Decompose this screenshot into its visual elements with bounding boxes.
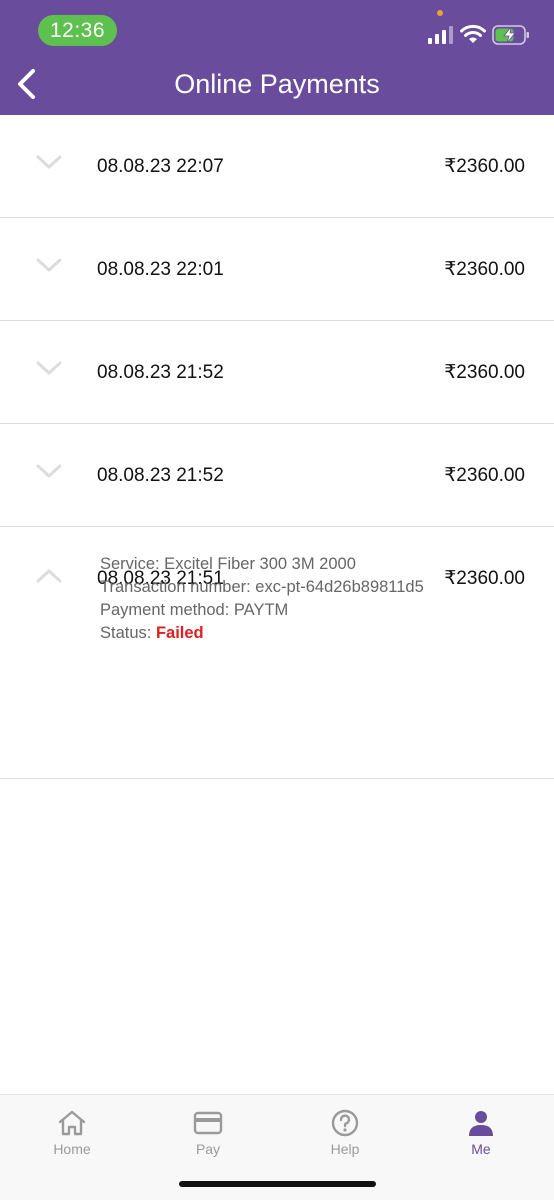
wifi-icon (460, 24, 486, 43)
tab-pay[interactable]: Pay (168, 1109, 248, 1158)
chevron-left-icon (18, 69, 35, 99)
online-payments-screen: 12:36 Online Payments 08.08.23 22:07 ₹23… (0, 0, 554, 1200)
chevron-up-icon (36, 569, 62, 583)
detail-payment-method: Payment method: PAYTM (100, 601, 289, 619)
payment-date: 08.08.23 22:07 (97, 156, 224, 177)
status-badge: Failed (155, 624, 204, 642)
card-icon (193, 1111, 223, 1135)
home-indicator (179, 1181, 376, 1187)
person-icon (469, 1111, 493, 1136)
cellular-signal-icon (428, 26, 453, 44)
payment-row[interactable]: 08.08.23 21:52 ₹2360.00 (0, 321, 554, 424)
chevron-down-icon (36, 464, 62, 478)
payment-amount: ₹2360.00 (444, 156, 525, 177)
payment-amount: ₹2360.00 (444, 568, 525, 589)
privacy-indicator-dot (437, 10, 443, 16)
back-button[interactable] (8, 64, 44, 104)
status-time: 12:36 (38, 15, 117, 46)
payment-amount: ₹2360.00 (444, 259, 525, 280)
battery-charging-icon (492, 25, 529, 45)
chevron-down-icon (36, 361, 62, 375)
payment-date: 08.08.23 21:52 (97, 362, 224, 383)
payment-amount: ₹2360.00 (444, 465, 525, 486)
tab-home-label: Home (53, 1141, 91, 1157)
chevron-down-icon (36, 155, 62, 169)
tab-me-label: Me (471, 1141, 491, 1157)
chevron-down-icon (36, 258, 62, 272)
payment-date: 08.08.23 22:01 (97, 259, 224, 280)
tab-home[interactable]: Home (32, 1109, 112, 1158)
payments-list: 08.08.23 22:07 ₹2360.00 08.08.23 22:01 ₹… (0, 115, 554, 779)
detail-service: Service: Excitel Fiber 300 3M 2000 (100, 555, 356, 573)
page-title: Online Payments (174, 69, 380, 99)
header-bar: 12:36 Online Payments (0, 0, 554, 115)
home-icon (58, 1110, 86, 1136)
payment-row[interactable]: 08.08.23 21:52 ₹2360.00 (0, 424, 554, 527)
payment-row[interactable]: 08.08.23 22:01 ₹2360.00 (0, 218, 554, 321)
detail-status: Status: Failed (100, 622, 424, 645)
payment-details: Service: Excitel Fiber 300 3M 2000 Trans… (100, 553, 424, 645)
status-label: Status: (100, 624, 156, 642)
tab-pay-label: Pay (195, 1141, 221, 1157)
help-icon (331, 1109, 359, 1137)
payment-date: 08.08.23 21:52 (97, 465, 224, 486)
tab-help[interactable]: Help (305, 1109, 385, 1158)
payment-amount: ₹2360.00 (444, 362, 525, 383)
tab-me[interactable]: Me (441, 1109, 521, 1158)
tab-help-label: Help (330, 1141, 360, 1157)
payment-row[interactable]: 08.08.23 22:07 ₹2360.00 (0, 115, 554, 218)
detail-transaction-number: Transaction number: exc-pt-64d26b89811d5 (100, 578, 424, 596)
